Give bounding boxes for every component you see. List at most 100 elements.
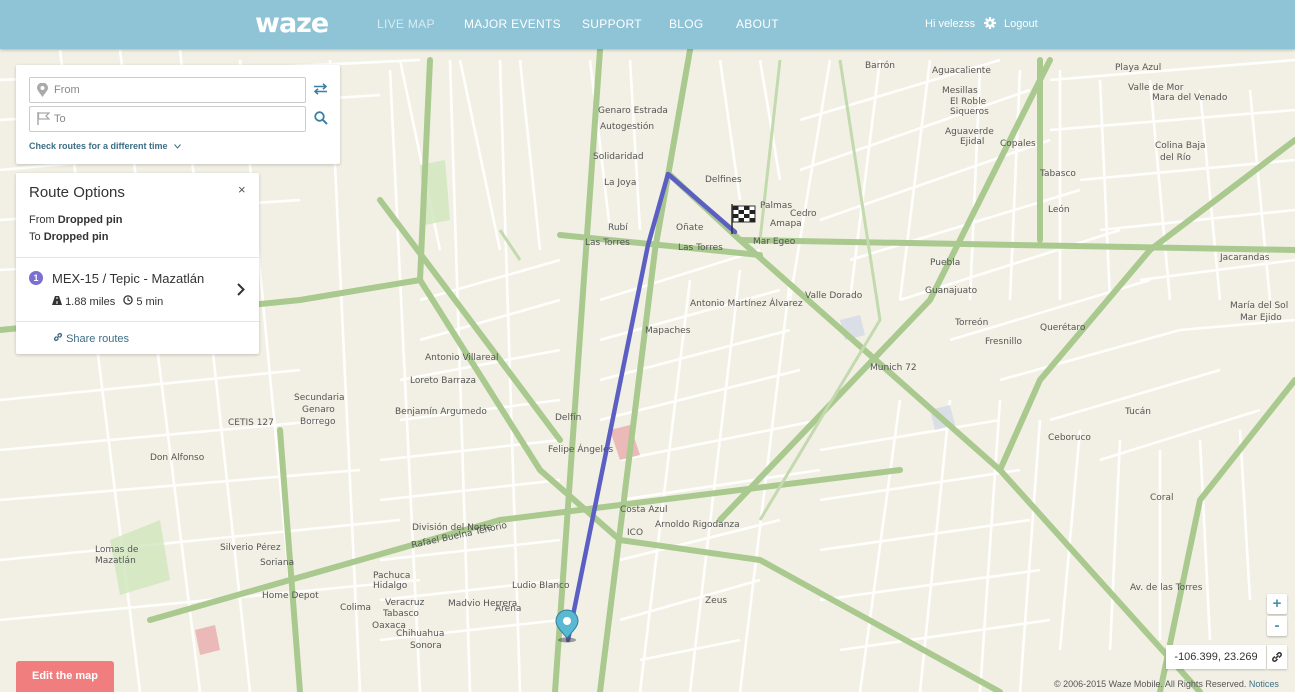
svg-text:Home Depot: Home Depot: [262, 591, 319, 601]
permalink-button[interactable]: [1267, 645, 1287, 669]
nav-about[interactable]: ABOUT: [736, 17, 779, 31]
notices-link[interactable]: Notices: [1249, 679, 1279, 689]
svg-text:Veracruz: Veracruz: [385, 598, 425, 608]
svg-text:Antonio Martínez Álvarez: Antonio Martínez Álvarez: [690, 297, 803, 309]
nav-blog[interactable]: BLOG: [669, 17, 704, 31]
svg-text:Pachuca: Pachuca: [373, 571, 410, 581]
search-icon[interactable]: [314, 111, 328, 125]
svg-text:Aguacaliente: Aguacaliente: [932, 66, 991, 76]
link-icon: [1272, 652, 1282, 662]
nav-live-map[interactable]: LIVE MAP: [377, 17, 435, 31]
logout-link[interactable]: Logout: [1004, 18, 1038, 30]
zoom-in-button[interactable]: +: [1267, 594, 1287, 614]
waze-logo[interactable]: waze: [255, 8, 329, 39]
svg-text:Barrón: Barrón: [865, 60, 895, 71]
swap-icon[interactable]: [313, 83, 328, 95]
svg-text:La Joya: La Joya: [604, 178, 636, 188]
svg-text:León: León: [1048, 204, 1070, 215]
copyright-footer: © 2006-2015 Waze Mobile. All Rights Rese…: [1054, 679, 1279, 689]
svg-text:Benjamín Argumedo: Benjamín Argumedo: [395, 407, 487, 417]
svg-text:Genaro Estrada: Genaro Estrada: [598, 106, 668, 116]
svg-text:Arena: Arena: [495, 604, 521, 614]
svg-text:Jacarandas: Jacarandas: [1219, 253, 1270, 263]
svg-text:Silverio Pérez: Silverio Pérez: [220, 542, 281, 553]
svg-text:ICO: ICO: [627, 528, 643, 538]
svg-text:Ludio Blanco: Ludio Blanco: [512, 581, 570, 591]
svg-text:Valle Dorado: Valle Dorado: [805, 291, 863, 301]
nav-major-events[interactable]: MAJOR EVENTS: [464, 17, 561, 31]
top-header: waze LIVE MAP MAJOR EVENTS SUPPORT BLOG …: [0, 0, 1295, 49]
svg-text:del Río: del Río: [1160, 153, 1191, 163]
link-icon: [53, 332, 63, 342]
nav-support[interactable]: SUPPORT: [582, 17, 642, 31]
svg-text:Aguaverde: Aguaverde: [945, 127, 994, 137]
svg-text:Mar Egeo: Mar Egeo: [753, 237, 796, 247]
svg-text:Rubí: Rubí: [608, 223, 628, 233]
svg-text:María del Sol: María del Sol: [1230, 301, 1288, 311]
gear-icon[interactable]: [984, 17, 996, 29]
share-routes-link[interactable]: Share routes: [53, 332, 129, 345]
clock-icon: [123, 295, 134, 305]
svg-text:Oñate: Oñate: [676, 223, 704, 233]
svg-text:Cedro: Cedro: [790, 209, 817, 219]
route-name: MEX-15 / Tepic - Mazatlán: [52, 271, 205, 286]
road-icon: [52, 296, 62, 305]
svg-text:Av. de las Torres: Av. de las Torres: [1130, 583, 1203, 593]
flag-icon: [37, 112, 50, 125]
svg-text:Don Alfonso: Don Alfonso: [150, 453, 205, 463]
svg-text:Borrego: Borrego: [300, 417, 336, 427]
svg-text:Puebla: Puebla: [930, 258, 960, 268]
svg-text:Amapa: Amapa: [770, 219, 802, 229]
svg-text:Colina Baja: Colina Baja: [1155, 141, 1206, 151]
svg-text:El Roble: El Roble: [950, 97, 987, 107]
route-options-panel: Route Options × From Dropped pin To Drop…: [16, 173, 259, 354]
svg-text:Felipe Ángeles: Felipe Ángeles: [548, 443, 613, 455]
svg-text:CETIS 127: CETIS 127: [228, 418, 274, 428]
location-pin-icon: [37, 83, 48, 97]
svg-text:Playa Azul: Playa Azul: [1115, 63, 1161, 73]
svg-text:Valle de Mor: Valle de Mor: [1128, 83, 1184, 93]
check-routes-time-link[interactable]: Check routes for a different time: [29, 141, 181, 151]
to-placeholder: To: [54, 113, 66, 125]
svg-text:Lomas de: Lomas de: [95, 545, 139, 555]
svg-text:Delfín: Delfín: [555, 413, 581, 423]
svg-text:Antonio Villareal: Antonio Villareal: [425, 353, 499, 363]
svg-text:Palmas: Palmas: [760, 201, 792, 211]
svg-text:Querétaro: Querétaro: [1040, 322, 1086, 333]
search-panel: From To Check routes for a different tim…: [16, 65, 340, 164]
svg-text:Ejidal: Ejidal: [960, 137, 984, 147]
svg-text:Costa Azul: Costa Azul: [620, 505, 667, 515]
svg-text:Sonora: Sonora: [410, 641, 442, 651]
svg-text:Torreón: Torreón: [954, 317, 988, 328]
divider: [16, 257, 259, 258]
divider: [16, 321, 259, 322]
svg-text:Mara del Venado: Mara del Venado: [1152, 93, 1228, 103]
close-icon[interactable]: ×: [238, 182, 246, 197]
route-options-title: Route Options: [29, 184, 125, 201]
svg-text:Loreto Barraza: Loreto Barraza: [410, 376, 476, 386]
route-from: From Dropped pin: [29, 214, 123, 226]
svg-text:Autogestión: Autogestión: [600, 121, 654, 132]
svg-text:Mesillas: Mesillas: [942, 86, 978, 96]
edit-map-button[interactable]: Edit the map: [16, 661, 114, 692]
user-greeting[interactable]: Hi velezss: [925, 18, 975, 30]
chevron-right-icon: [237, 283, 245, 296]
svg-text:Mazatlán: Mazatlán: [95, 556, 136, 566]
svg-text:Tabasco: Tabasco: [1039, 169, 1076, 179]
svg-text:Coral: Coral: [1150, 493, 1174, 503]
route-number-badge: 1: [29, 271, 43, 285]
svg-text:Zeus: Zeus: [705, 596, 727, 606]
svg-text:Fresnillo: Fresnillo: [985, 337, 1022, 347]
svg-text:División del Norte: División del Norte: [412, 522, 493, 533]
svg-text:Guanajuato: Guanajuato: [925, 286, 978, 296]
svg-text:Copales: Copales: [1000, 139, 1036, 149]
zoom-out-button[interactable]: -: [1267, 616, 1287, 636]
svg-text:Hidalgo: Hidalgo: [373, 581, 408, 591]
from-input[interactable]: From: [29, 77, 306, 103]
svg-text:Delfines: Delfines: [705, 175, 742, 185]
to-input[interactable]: To: [29, 106, 306, 132]
from-placeholder: From: [54, 84, 80, 96]
svg-text:Las Torres: Las Torres: [678, 243, 723, 253]
chevron-down-icon: [174, 144, 181, 149]
svg-text:Tabasco: Tabasco: [382, 609, 419, 619]
